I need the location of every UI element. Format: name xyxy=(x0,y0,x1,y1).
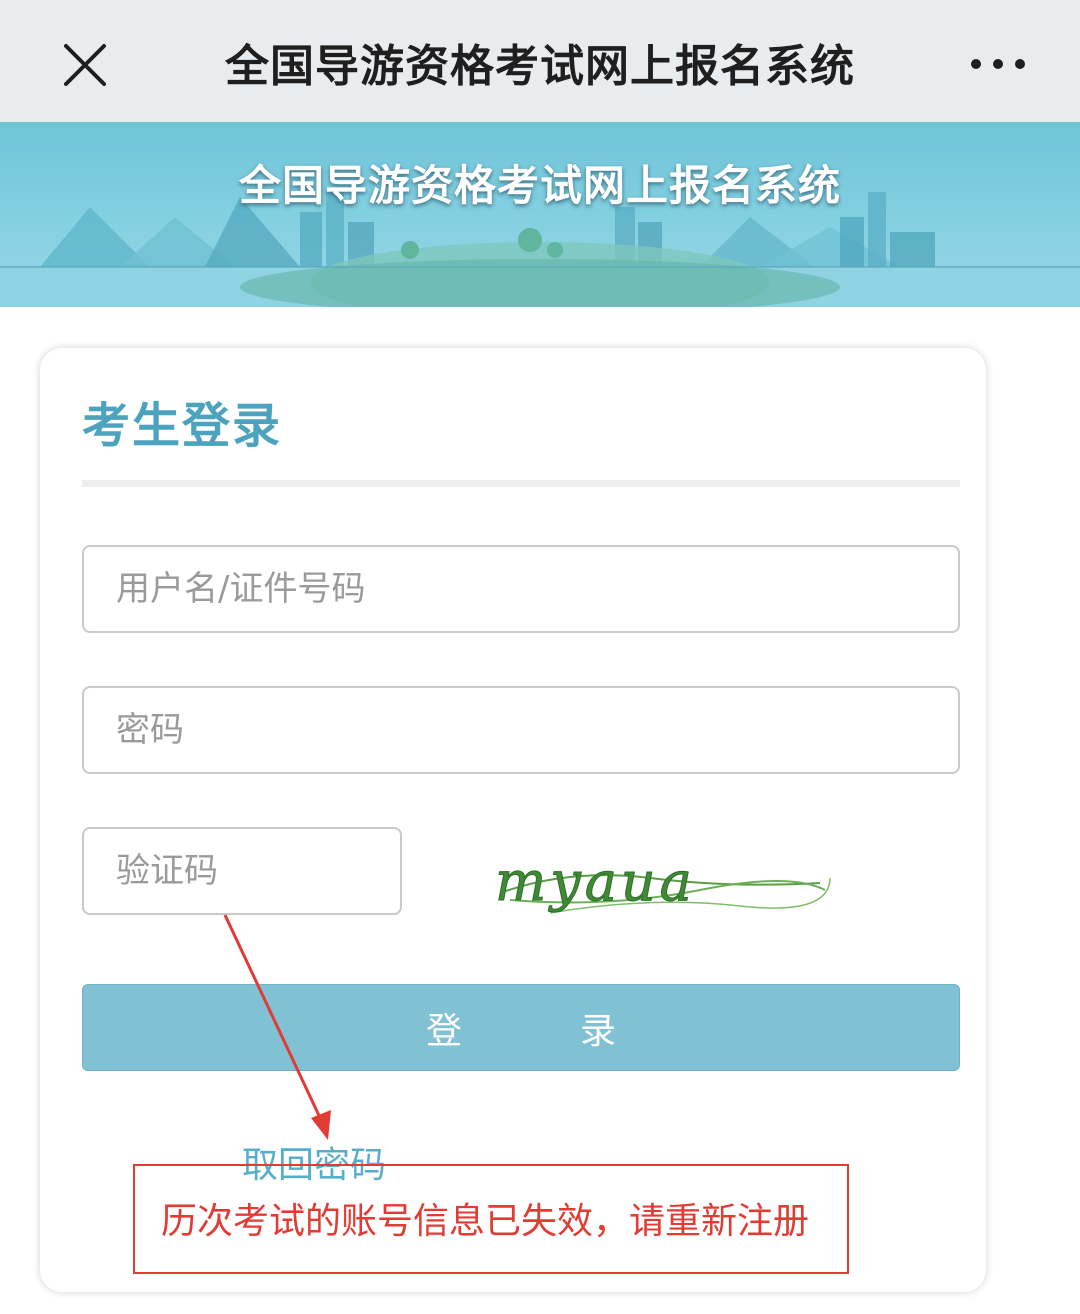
password-input[interactable] xyxy=(82,686,960,774)
title-bar: 全国导游资格考试网上报名系统 xyxy=(0,0,1080,123)
city-skyline-illustration xyxy=(0,192,1080,307)
header-banner: 全国导游资格考试网上报名系统 xyxy=(0,122,1080,307)
login-card: 考生登录 myaua 登录 取回密码 历次考试的账号信息已失效，请重新注册 xyxy=(40,348,986,1292)
captcha-image[interactable]: myaua xyxy=(490,838,835,928)
username-input[interactable] xyxy=(82,545,960,633)
captcha-text: myaua xyxy=(495,850,696,913)
more-dots-icon xyxy=(971,59,1025,69)
banner-title: 全国导游资格考试网上报名系统 xyxy=(238,161,841,210)
more-button[interactable] xyxy=(966,52,1030,76)
annotation-notice-box: 历次考试的账号信息已失效，请重新注册 xyxy=(133,1164,849,1274)
annotation-notice-text: 历次考试的账号信息已失效，请重新注册 xyxy=(161,1201,810,1242)
captcha-input[interactable] xyxy=(82,827,402,915)
heading-divider xyxy=(82,480,960,487)
login-heading: 考生登录 xyxy=(82,398,283,454)
titlebar-title: 全国导游资格考试网上报名系统 xyxy=(225,41,855,92)
login-button[interactable]: 登录 xyxy=(82,984,960,1071)
